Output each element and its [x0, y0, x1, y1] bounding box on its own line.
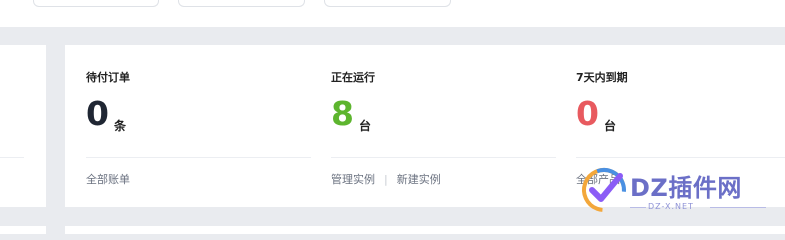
- top-tab-button[interactable]: [178, 0, 305, 7]
- top-tab-button[interactable]: [324, 0, 451, 7]
- manage-instances-link[interactable]: 管理实例: [331, 173, 375, 186]
- stat-divider: [86, 157, 311, 158]
- bottom-card-right: [65, 226, 785, 234]
- watermark-subtext: DZ-X.NET: [648, 202, 694, 211]
- stat-value: 0: [86, 94, 109, 133]
- stat-divider: [576, 157, 785, 158]
- stat-links: 全部账单: [86, 171, 130, 187]
- card-divider: [0, 157, 24, 158]
- stat-unit: 台: [359, 119, 372, 133]
- all-bills-link[interactable]: 全部账单: [86, 173, 130, 186]
- link-separator: |: [384, 173, 388, 186]
- left-summary-card: [0, 45, 46, 207]
- watermark-rule: [710, 207, 766, 208]
- stat-links: 管理实例 | 新建实例: [331, 171, 441, 187]
- watermark-rule: [630, 207, 646, 208]
- watermark-check-icon: [582, 168, 626, 212]
- stat-title: 正在运行: [331, 71, 375, 84]
- watermark-text: DZ插件网: [630, 174, 742, 202]
- stat-divider: [331, 157, 556, 158]
- bottom-card-left: [0, 226, 46, 234]
- top-tab-button[interactable]: [33, 0, 159, 7]
- watermark-logo: DZ插件网 DZ-X.NET: [580, 164, 780, 220]
- stat-unit: 条: [114, 119, 127, 133]
- new-instance-link[interactable]: 新建实例: [397, 173, 441, 186]
- stat-value: 0: [576, 94, 599, 133]
- top-toolbar: [0, 0, 785, 27]
- stat-title: 待付订单: [86, 71, 130, 84]
- bottom-cards: [0, 226, 785, 234]
- stat-value: 8: [331, 94, 354, 133]
- stat-title: 7天内到期: [576, 71, 628, 84]
- stat-unit: 台: [604, 119, 617, 133]
